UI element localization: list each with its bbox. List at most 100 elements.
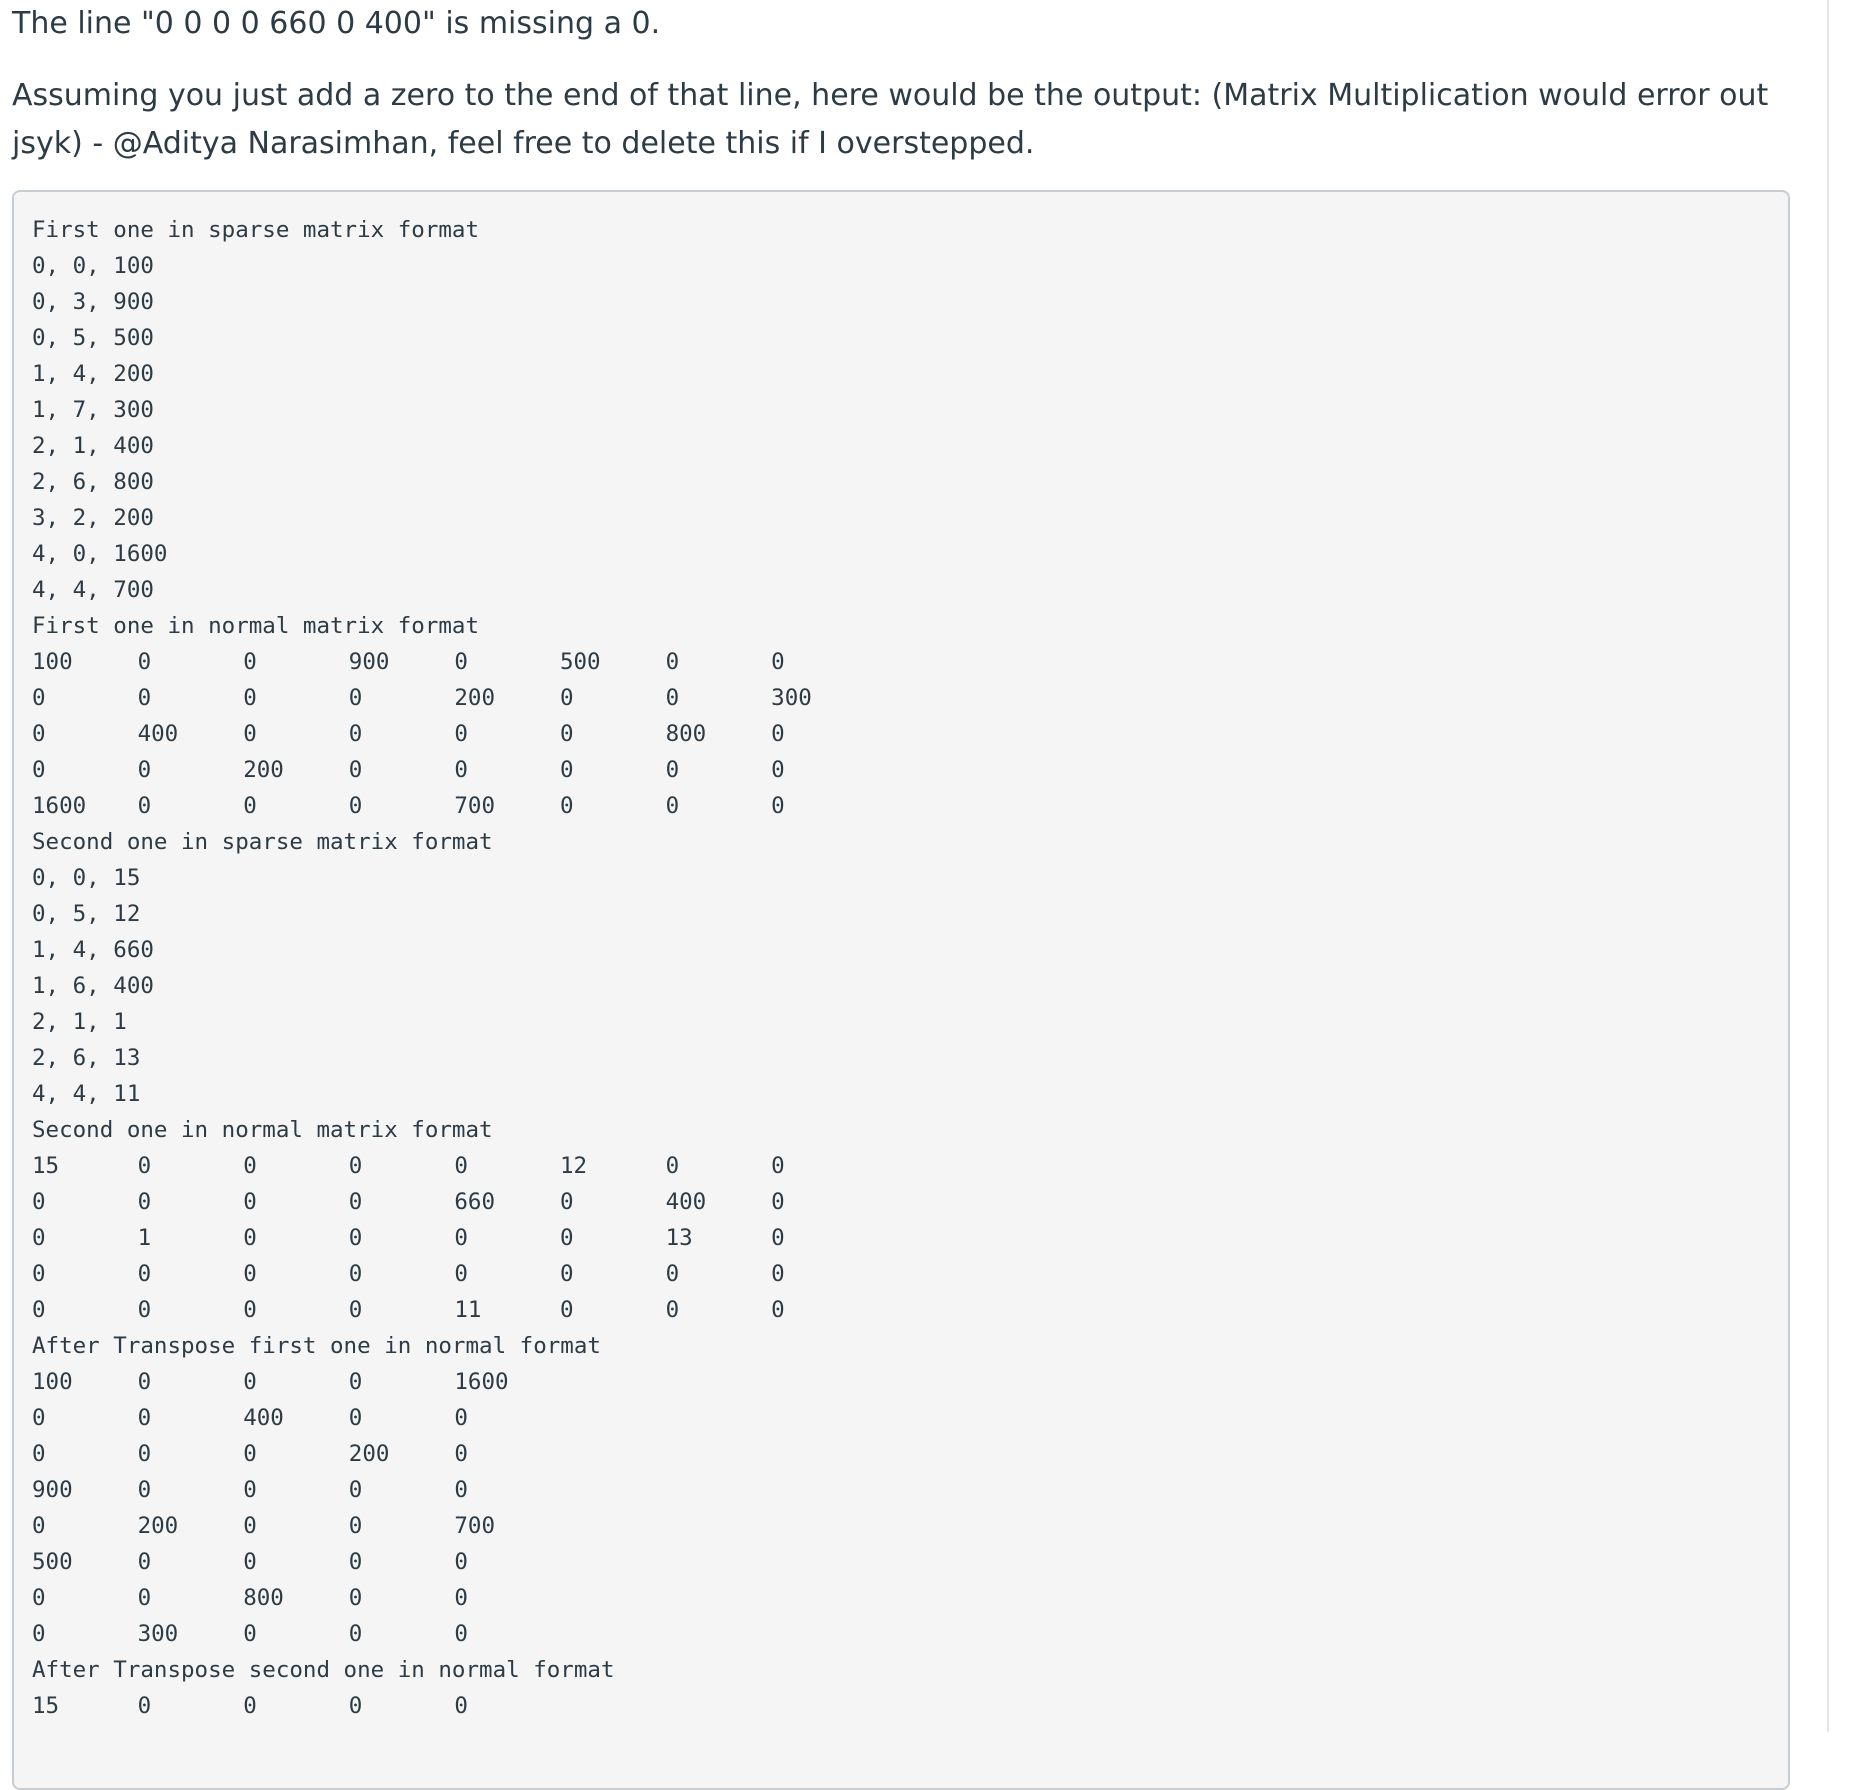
matrix-cell: 0 bbox=[243, 1369, 257, 1395]
matrix-cell: 0 bbox=[771, 793, 785, 819]
matrix-row: 15 0 0 0 0 bbox=[32, 1688, 1788, 1724]
matrix-cell: 0 bbox=[348, 1585, 363, 1611]
matrix-cell: 660 bbox=[454, 1189, 496, 1215]
matrix-cell: 0 bbox=[32, 685, 46, 711]
matrix-cell: 0 bbox=[32, 1621, 46, 1647]
matrix-cell: 0 bbox=[348, 1405, 363, 1431]
sparse-entry-line: 0, 3, 900 bbox=[32, 289, 154, 315]
matrix-cell: 0 bbox=[137, 1405, 152, 1431]
matrix-cell: 0 bbox=[559, 757, 574, 783]
matrix-cell: 0 bbox=[243, 1189, 257, 1215]
matrix-cell: 15 bbox=[32, 1693, 60, 1719]
matrix-cell: 0 bbox=[559, 685, 574, 711]
matrix-cell: 0 bbox=[243, 1477, 257, 1503]
matrix-cell: 500 bbox=[559, 649, 601, 675]
matrix-cell: 0 bbox=[348, 1477, 363, 1503]
sparse-entry-line: 1, 4, 200 bbox=[32, 361, 154, 387]
matrix-cell: 0 bbox=[348, 757, 363, 783]
matrix-cell: 0 bbox=[137, 1441, 152, 1467]
matrix-cell: 300 bbox=[137, 1621, 179, 1647]
matrix-cell: 0 bbox=[348, 1225, 363, 1251]
matrix-cell: 0 bbox=[137, 1261, 152, 1287]
matrix-cell: 0 bbox=[243, 649, 257, 675]
matrix-cell: 0 bbox=[243, 721, 257, 747]
matrix-cell: 1600 bbox=[454, 1369, 509, 1395]
matrix-cell: 200 bbox=[348, 1441, 390, 1467]
matrix-cell: 0 bbox=[137, 1297, 152, 1323]
matrix-cell: 11 bbox=[454, 1297, 482, 1323]
matrix-cell: 0 bbox=[32, 757, 46, 783]
matrix-cell: 0 bbox=[771, 1261, 785, 1287]
matrix-cell: 0 bbox=[348, 685, 363, 711]
matrix-cell: 400 bbox=[137, 721, 179, 747]
matrix-cell: 0 bbox=[454, 1441, 468, 1467]
matrix-cell: 0 bbox=[665, 1261, 680, 1287]
sparse-entry-line: 0, 0, 15 bbox=[32, 865, 141, 891]
matrix-cell: 0 bbox=[32, 1225, 46, 1251]
matrix-cell: 0 bbox=[32, 1513, 46, 1539]
matrix-cell: 0 bbox=[137, 649, 152, 675]
matrix-cell: 0 bbox=[454, 1153, 468, 1179]
matrix-cell: 0 bbox=[559, 1297, 574, 1323]
sparse-entry-line: 1, 4, 660 bbox=[32, 937, 154, 963]
matrix-cell: 0 bbox=[32, 1261, 46, 1287]
matrix-cell: 0 bbox=[771, 1297, 785, 1323]
matrix-cell: 0 bbox=[454, 1405, 468, 1431]
section-heading: First one in sparse matrix format bbox=[32, 217, 480, 243]
matrix-cell: 0 bbox=[32, 1189, 46, 1215]
page-scrollbar[interactable] bbox=[1827, 0, 1853, 1732]
matrix-row: 0 0 0 0 200 0 0 300 bbox=[32, 680, 1788, 716]
matrix-cell: 0 bbox=[665, 685, 680, 711]
matrix-cell: 0 bbox=[348, 1369, 363, 1395]
matrix-cell: 12 bbox=[559, 1153, 588, 1179]
matrix-row: 0 200 0 0 700 bbox=[32, 1508, 1788, 1544]
matrix-cell: 800 bbox=[665, 721, 707, 747]
sparse-entry-line: 0, 5, 12 bbox=[32, 901, 141, 927]
matrix-row: 500 0 0 0 0 bbox=[32, 1544, 1788, 1580]
sparse-entry-line: 2, 6, 800 bbox=[32, 469, 154, 495]
matrix-cell: 700 bbox=[454, 1513, 496, 1539]
matrix-cell: 0 bbox=[454, 1225, 468, 1251]
matrix-cell: 0 bbox=[454, 721, 468, 747]
matrix-cell: 0 bbox=[454, 1261, 468, 1287]
matrix-cell: 0 bbox=[137, 1585, 152, 1611]
sparse-entry-line: 0, 0, 100 bbox=[32, 253, 154, 279]
matrix-cell: 0 bbox=[454, 1477, 468, 1503]
matrix-cell: 500 bbox=[32, 1549, 73, 1575]
matrix-cell: 300 bbox=[771, 685, 812, 711]
matrix-cell: 0 bbox=[771, 721, 785, 747]
matrix-cell: 0 bbox=[348, 1621, 363, 1647]
matrix-cell: 0 bbox=[771, 649, 785, 675]
matrix-cell: 900 bbox=[32, 1477, 73, 1503]
matrix-cell: 0 bbox=[348, 1297, 363, 1323]
matrix-cell: 0 bbox=[348, 1693, 363, 1719]
sparse-entry-line: 2, 1, 400 bbox=[32, 433, 154, 459]
matrix-row: 100 0 0 900 0 500 0 0 bbox=[32, 644, 1788, 680]
matrix-cell: 0 bbox=[32, 1297, 46, 1323]
matrix-cell: 0 bbox=[137, 1693, 152, 1719]
matrix-cell: 0 bbox=[137, 757, 152, 783]
sparse-entry-line: 1, 7, 300 bbox=[32, 397, 154, 423]
matrix-cell: 0 bbox=[559, 1225, 574, 1251]
matrix-cell: 0 bbox=[454, 649, 468, 675]
sparse-entry-line: 4, 4, 700 bbox=[32, 577, 154, 603]
matrix-cell: 0 bbox=[559, 1189, 574, 1215]
sparse-entry-line: 2, 1, 1 bbox=[32, 1009, 127, 1035]
matrix-cell: 15 bbox=[32, 1153, 60, 1179]
matrix-cell: 0 bbox=[243, 1513, 257, 1539]
discussion-post: The line "0 0 0 0 660 0 400" is missing … bbox=[12, 0, 1792, 168]
matrix-cell: 0 bbox=[771, 1189, 785, 1215]
matrix-cell: 0 bbox=[559, 721, 574, 747]
matrix-cell: 200 bbox=[137, 1513, 179, 1539]
matrix-cell: 400 bbox=[243, 1405, 284, 1431]
matrix-cell: 0 bbox=[771, 1153, 785, 1179]
matrix-cell: 100 bbox=[32, 1369, 73, 1395]
matrix-cell: 0 bbox=[348, 1189, 363, 1215]
matrix-cell: 0 bbox=[243, 685, 257, 711]
matrix-cell: 1 bbox=[137, 1225, 152, 1251]
matrix-row: 0 0 0 0 660 0 400 0 bbox=[32, 1184, 1788, 1220]
matrix-row: 0 400 0 0 0 0 800 0 bbox=[32, 716, 1788, 752]
matrix-cell: 200 bbox=[243, 757, 284, 783]
matrix-row: 0 0 800 0 0 bbox=[32, 1580, 1788, 1616]
matrix-cell: 0 bbox=[243, 1297, 257, 1323]
